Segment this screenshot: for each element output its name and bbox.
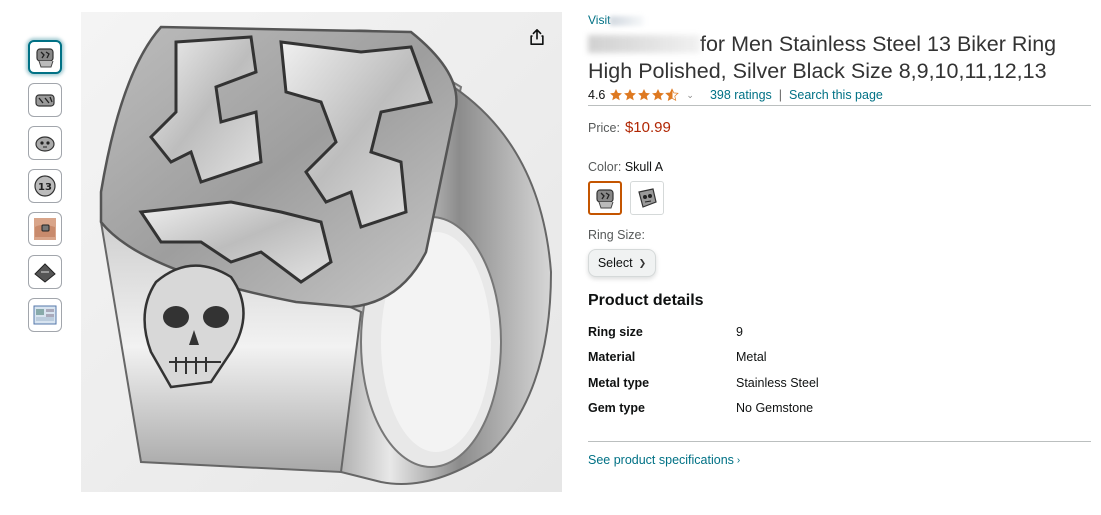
product-title: for Men Stainless Steel 13 Biker Ring Hi… bbox=[588, 31, 1091, 85]
thumb-ring-side[interactable] bbox=[28, 83, 62, 117]
svg-text:13: 13 bbox=[38, 182, 52, 193]
divider bbox=[588, 105, 1091, 106]
thumb-ring-on-hand[interactable] bbox=[28, 212, 62, 246]
thumbnail-strip: 13 bbox=[28, 40, 64, 341]
ring-image bbox=[81, 12, 562, 492]
detail-key: Ring size bbox=[588, 324, 643, 339]
star-icon bbox=[624, 89, 637, 101]
main-product-image[interactable] bbox=[81, 12, 562, 492]
price-value: $10.99 bbox=[624, 119, 671, 136]
swatch-skull-a[interactable] bbox=[588, 181, 622, 215]
thumb-skull-a-ring[interactable] bbox=[28, 40, 62, 74]
chevron-down-icon[interactable]: ⌄ bbox=[686, 90, 694, 101]
detail-value: Stainless Steel bbox=[736, 375, 819, 390]
product-info: Visit for Men Stainless Steel 13 Biker R… bbox=[588, 12, 1091, 467]
divider bbox=[588, 441, 1091, 442]
search-page-link[interactable]: Search this page bbox=[789, 88, 883, 102]
price-row: Price: $10.99 bbox=[588, 119, 1091, 139]
detail-value: No Gemstone bbox=[736, 401, 814, 416]
detail-key: Gem type bbox=[588, 401, 645, 416]
product-details-table: Ring size 9 Material Metal Metal type St… bbox=[588, 319, 819, 421]
star-icon bbox=[652, 89, 665, 101]
select-label: Select bbox=[597, 256, 633, 270]
redacted-title-prefix bbox=[588, 35, 700, 53]
share-icon bbox=[530, 28, 544, 46]
detail-value: Metal bbox=[736, 350, 767, 365]
table-row: Material Metal bbox=[588, 345, 819, 371]
thumb-ring-box[interactable] bbox=[28, 255, 62, 289]
table-row: Ring size 9 bbox=[588, 319, 819, 345]
ring-size-label: Ring Size: bbox=[588, 228, 645, 242]
color-value: Skull A bbox=[624, 160, 664, 174]
price-label: Price: bbox=[588, 121, 620, 135]
color-label: Color: bbox=[588, 160, 622, 174]
ratings-link[interactable]: 398 ratings bbox=[710, 88, 772, 102]
thumb-size-chart[interactable] bbox=[28, 298, 62, 332]
visit-store-link[interactable]: Visit bbox=[588, 12, 1091, 28]
separator: | bbox=[778, 88, 783, 102]
table-row: Metal type Stainless Steel bbox=[588, 370, 819, 396]
rating-value: 4.6 bbox=[588, 88, 606, 102]
chevron-down-icon: ❯ bbox=[638, 257, 647, 268]
product-details-heading: Product details bbox=[588, 292, 704, 309]
visit-store-label: Visit bbox=[588, 13, 611, 27]
detail-key: Metal type bbox=[588, 375, 650, 390]
thumb-ring-skull[interactable] bbox=[28, 126, 62, 160]
share-button[interactable] bbox=[524, 24, 550, 50]
ring-size-select[interactable]: Select ❯ bbox=[588, 249, 656, 277]
product-page: 13 Visit for Men Stainless Steel 13 Bike… bbox=[0, 0, 1101, 515]
table-row: Gem type No Gemstone bbox=[588, 396, 819, 422]
spec-link-label: See product specifications bbox=[588, 453, 734, 467]
star-icon bbox=[638, 89, 651, 101]
star-rating[interactable] bbox=[609, 88, 680, 102]
half-star-icon bbox=[665, 88, 680, 101]
chevron-right-icon: › bbox=[736, 454, 741, 466]
detail-value: 9 bbox=[736, 324, 743, 339]
detail-key: Material bbox=[588, 350, 636, 365]
star-icon bbox=[610, 89, 623, 101]
see-specifications-link[interactable]: See product specifications › bbox=[588, 453, 1091, 467]
color-row: Color: Skull A bbox=[588, 160, 1091, 176]
rating-row: 4.6 ⌄ 398 ratings | Search this page bbox=[588, 86, 1091, 104]
swatch-skull-b[interactable] bbox=[630, 181, 664, 215]
thumb-ring-13[interactable]: 13 bbox=[28, 169, 62, 203]
color-swatches bbox=[588, 181, 1091, 215]
redacted-store-name bbox=[610, 15, 645, 26]
